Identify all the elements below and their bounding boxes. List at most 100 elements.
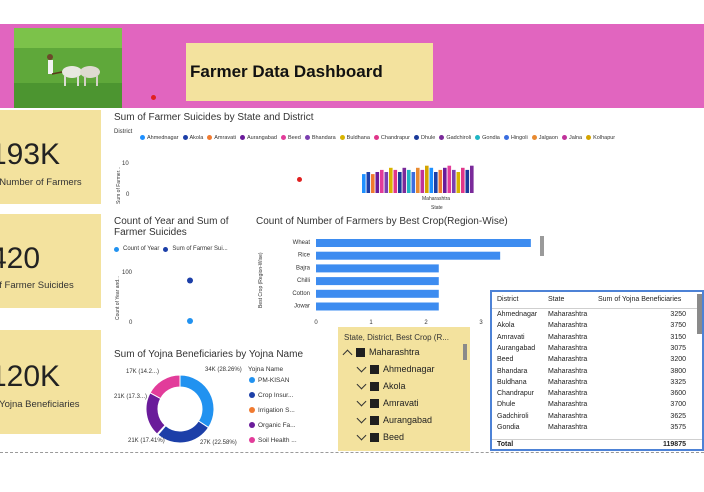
chevron-down-icon[interactable] xyxy=(356,379,367,389)
scrollbar-thumb[interactable] xyxy=(540,236,544,256)
table-cell: 3575 xyxy=(670,424,686,431)
checkbox[interactable] xyxy=(370,364,379,374)
bar[interactable] xyxy=(402,167,407,193)
table-cell: Maharashtra xyxy=(548,401,588,409)
legend-label: Irrigation S... xyxy=(258,407,295,414)
bar[interactable] xyxy=(465,169,470,193)
table-header: District State Sum of Yojna Beneficiarie… xyxy=(492,295,702,307)
donut-slice[interactable] xyxy=(145,392,166,435)
bar[interactable] xyxy=(366,172,371,193)
bar[interactable] xyxy=(389,167,393,193)
bar[interactable] xyxy=(398,172,402,193)
checkbox[interactable] xyxy=(370,415,379,425)
table-row[interactable]: Chandrapur Maharashtra 3600 xyxy=(492,389,702,400)
table-cell: 3700 xyxy=(670,401,686,409)
bar[interactable] xyxy=(380,169,384,193)
bar[interactable] xyxy=(434,172,438,193)
bar[interactable] xyxy=(470,165,474,193)
chevron-up-icon[interactable] xyxy=(342,349,353,359)
bar[interactable] xyxy=(384,172,389,193)
year-suicides-scatter-chart[interactable]: Count of Year and... 0 100 xyxy=(112,256,252,330)
chevron-down-icon[interactable] xyxy=(356,413,367,423)
checkbox[interactable] xyxy=(370,432,379,442)
bar[interactable] xyxy=(425,165,429,193)
table-cell: Maharashtra xyxy=(548,378,588,386)
category-label: Cotton xyxy=(292,291,310,297)
bar[interactable] xyxy=(443,167,447,193)
slicer-item-beed[interactable]: Beed xyxy=(356,430,404,444)
legend-dot xyxy=(249,437,255,443)
column-header[interactable]: State xyxy=(548,296,564,303)
table-cell: Chandrapur xyxy=(497,390,534,398)
chevron-down-icon[interactable] xyxy=(356,396,367,406)
hierarchy-slicer[interactable]: State, District, Best Crop (R... Maharas… xyxy=(338,327,470,451)
kpi-card-suicides[interactable]: 420 of Farmer Suicides xyxy=(0,214,101,308)
table-row[interactable]: Amravati Maharashtra 3150 xyxy=(492,333,702,344)
bar[interactable] xyxy=(438,169,443,193)
table-row[interactable]: Akola Maharashtra 3750 xyxy=(492,321,702,332)
slicer-title: State, District, Best Crop (R... xyxy=(344,333,449,342)
bar[interactable] xyxy=(461,167,465,193)
table-row[interactable]: Gondia Maharashtra 3575 xyxy=(492,423,702,434)
chevron-down-icon[interactable] xyxy=(356,362,367,372)
table-cell: 3250 xyxy=(670,311,686,318)
bar[interactable] xyxy=(362,174,366,193)
table-row[interactable]: Ahmednagar Maharashtra 3250 xyxy=(492,310,702,321)
bar[interactable] xyxy=(371,174,375,193)
table-row[interactable]: Bhandara Maharashtra 3800 xyxy=(492,367,702,378)
bar[interactable] xyxy=(429,167,434,193)
kpi-card-farmers[interactable]: 193K f Number of Farmers xyxy=(0,110,101,204)
scrollbar-thumb[interactable] xyxy=(697,294,702,334)
checkbox[interactable] xyxy=(370,398,379,408)
bar[interactable] xyxy=(316,251,501,260)
scatter-point[interactable] xyxy=(187,277,193,284)
kpi-card-beneficiaries[interactable]: 120K f Yojna Beneficiaries xyxy=(0,330,101,434)
bar[interactable] xyxy=(452,169,456,193)
table-cell: Maharashtra xyxy=(548,344,588,352)
farmer-photo xyxy=(14,28,122,108)
bar[interactable] xyxy=(447,165,452,193)
bar[interactable] xyxy=(407,169,411,193)
bar[interactable] xyxy=(316,289,439,298)
table-cell: 3600 xyxy=(670,390,686,398)
scrollbar-thumb[interactable] xyxy=(463,344,467,360)
yojna-donut-chart[interactable]: 34K (28.26%) 27K (22.58%) 21K (17.41%) 1… xyxy=(110,362,340,452)
checkbox[interactable] xyxy=(356,347,365,357)
beneficiaries-table[interactable]: District State Sum of Yojna Beneficiarie… xyxy=(490,290,704,451)
scatter-legend[interactable]: Count of Year Sum of Farmer Sui... xyxy=(114,245,254,253)
checkbox[interactable] xyxy=(370,381,379,391)
chevron-down-icon[interactable] xyxy=(356,430,367,440)
suicides-by-district-chart[interactable]: Sum of Farmer... 0 10 Maharashtra State xyxy=(112,140,592,212)
category-label: Rice xyxy=(298,253,311,259)
column-header[interactable]: Sum of Yojna Beneficiaries xyxy=(598,296,681,303)
district-legend[interactable]: Ahmednagar Akola Amravati Aurangabad Beed Bha… xyxy=(140,127,700,141)
bar[interactable] xyxy=(416,167,420,193)
table-body: Ahmednagar Maharashtra 3250 Akola Maharashtr… xyxy=(492,310,702,438)
slicer-item-ahmednagar[interactable]: Ahmednagar xyxy=(356,362,435,376)
donut-slice[interactable] xyxy=(149,374,181,400)
bar[interactable] xyxy=(316,277,439,286)
bar[interactable] xyxy=(316,264,439,273)
table-cell: 3800 xyxy=(670,367,686,375)
bar[interactable] xyxy=(375,172,380,193)
bar[interactable] xyxy=(456,172,461,193)
bar[interactable] xyxy=(411,172,416,193)
bar[interactable] xyxy=(316,302,439,311)
column-header[interactable]: District xyxy=(497,296,518,303)
donut-slice[interactable] xyxy=(179,374,215,429)
bar[interactable] xyxy=(393,169,398,193)
bar[interactable] xyxy=(420,169,425,193)
table-row[interactable]: Beed Maharashtra 3200 xyxy=(492,355,702,366)
slicer-item-amravati[interactable]: Amravati xyxy=(356,396,419,410)
table-row[interactable]: Dhule Maharashtra 3700 xyxy=(492,400,702,411)
table-row[interactable]: Aurangabad Maharashtra 3075 xyxy=(492,344,702,355)
scatter-point[interactable] xyxy=(187,318,193,324)
y-tick: 0 xyxy=(129,320,133,326)
slicer-item-maharashtra[interactable]: Maharashtra xyxy=(342,345,420,359)
table-cell: 3625 xyxy=(670,412,686,420)
slicer-item-akola[interactable]: Akola xyxy=(356,379,406,393)
table-row[interactable]: Buldhana Maharashtra 3325 xyxy=(492,378,702,389)
table-row[interactable]: Gadchiroli Maharashtra 3625 xyxy=(492,412,702,423)
bar[interactable] xyxy=(316,239,531,247)
slicer-item-aurangabad[interactable]: Aurangabad xyxy=(356,413,432,427)
